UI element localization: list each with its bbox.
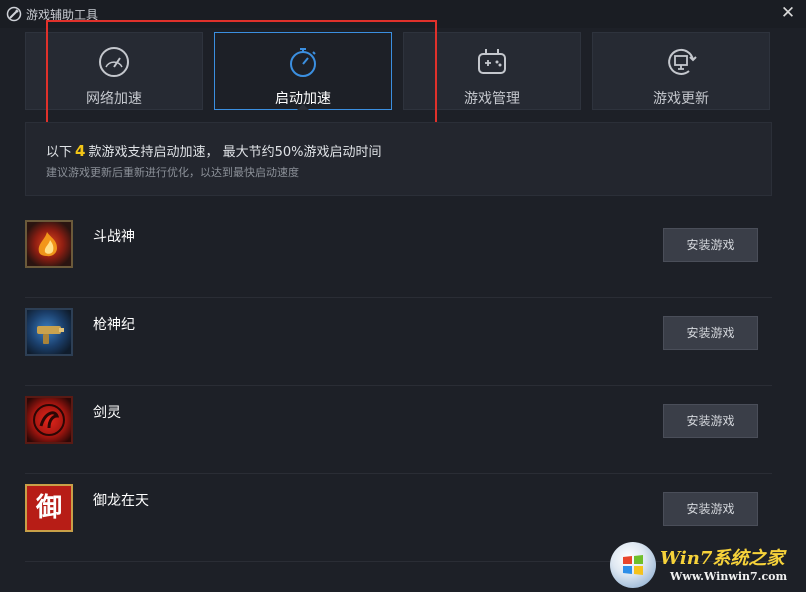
game-name: 御龙在天 — [93, 493, 149, 509]
watermark-title: Win7系统之家 — [660, 548, 785, 569]
close-button[interactable]: ✕ — [778, 3, 798, 23]
watermark-url: Www.Winwin7.com — [670, 570, 788, 583]
jianling-game-icon — [25, 396, 73, 444]
game-name: 剑灵 — [93, 405, 121, 421]
speedometer-icon — [99, 47, 129, 77]
tab-label: 游戏更新 — [653, 91, 709, 107]
info-headline: 以下 4 款游戏支持启动加速， 最大节约50%游戏启动时间 — [46, 141, 381, 160]
tab-label: 游戏管理 — [464, 91, 520, 107]
watermark: Win7系统之家 Www.Winwin7.com — [608, 538, 806, 592]
install-game-button[interactable]: 安装游戏 — [663, 404, 758, 438]
tab-game-update[interactable]: 游戏更新 — [592, 32, 770, 110]
active-tab-caret — [297, 104, 309, 110]
info-subtext: 建议游戏更新后重新进行优化，以达到最快启动速度 — [46, 166, 299, 179]
close-icon: ✕ — [780, 3, 796, 23]
tab-startup-acceleration[interactable]: 启动加速 — [214, 32, 392, 110]
yulongzaitian-game-icon: 御 — [25, 484, 73, 532]
tab-game-management[interactable]: 游戏管理 — [403, 32, 581, 110]
game-count: 4 — [75, 142, 86, 160]
install-game-button[interactable]: 安装游戏 — [663, 492, 758, 526]
tab-label: 网络加速 — [86, 91, 142, 107]
install-game-button[interactable]: 安装游戏 — [663, 228, 758, 262]
info-panel: 以下 4 款游戏支持启动加速， 最大节约50%游戏启动时间 建议游戏更新后重新进行优… — [25, 122, 772, 196]
list-item-game: 剑灵 安装游戏 — [25, 386, 772, 474]
emblem-icon — [33, 404, 65, 436]
game-name: 斗战神 — [93, 229, 135, 245]
wrench-icon — [6, 6, 22, 22]
info-suffix: 款游戏支持启动加速， 最大节约50%游戏启动时间 — [88, 145, 382, 160]
game-icon-glyph: 御 — [35, 493, 62, 523]
title-bar: 游戏辅助工具 ✕ — [0, 0, 806, 28]
tab-network-acceleration[interactable]: 网络加速 — [25, 32, 203, 110]
gun-icon — [37, 326, 64, 344]
window-title: 游戏辅助工具 — [26, 8, 99, 22]
flame-icon — [38, 232, 57, 257]
game-name: 枪神纪 — [93, 317, 135, 333]
monitor-refresh-icon — [668, 48, 697, 75]
list-item-game: 斗战神 安装游戏 — [25, 210, 772, 298]
list-item-game: 枪神纪 安装游戏 — [25, 298, 772, 386]
gamepad-icon — [478, 49, 506, 74]
qiangshenji-game-icon — [25, 308, 73, 356]
info-prefix: 以下 — [46, 145, 73, 160]
stopwatch-icon — [290, 48, 316, 77]
install-game-button[interactable]: 安装游戏 — [663, 316, 758, 350]
douzhanshen-game-icon — [25, 220, 73, 268]
windows-logo-icon — [610, 542, 656, 588]
